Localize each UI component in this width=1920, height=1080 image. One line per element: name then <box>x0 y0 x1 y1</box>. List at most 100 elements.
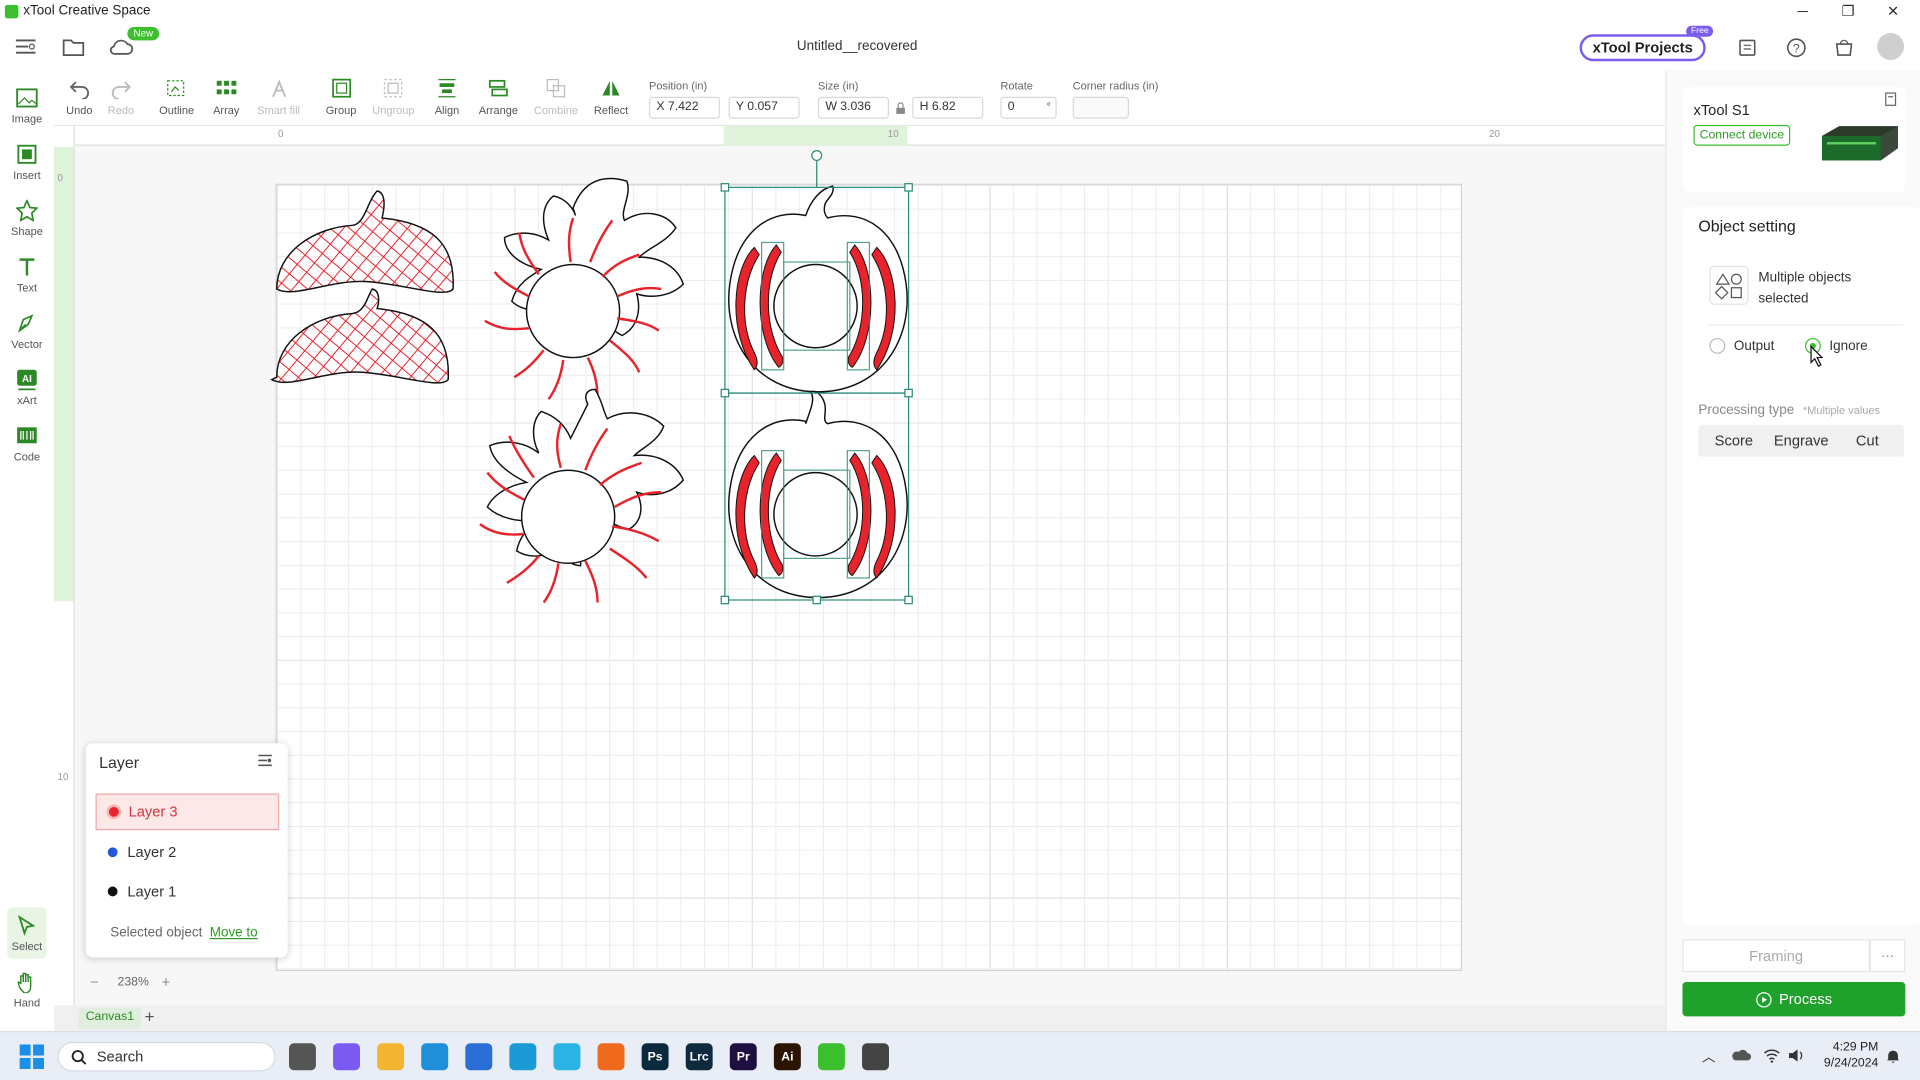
array-button[interactable]: Array <box>213 77 239 116</box>
taskbar-search[interactable]: Search <box>57 1042 276 1072</box>
rotate-value: 0 <box>1007 100 1015 114</box>
object-setting-title: Object setting <box>1698 216 1796 236</box>
layer-settings-icon[interactable] <box>257 753 273 771</box>
group-label: Group <box>325 104 357 117</box>
taskbar-app-lightroom[interactable]: Lrc <box>685 1043 713 1071</box>
redo-button[interactable]: Redo <box>108 77 134 116</box>
tool-vector[interactable]: Vector <box>0 305 54 356</box>
taskbar-app-edge[interactable] <box>421 1043 449 1071</box>
smart-fill-button[interactable]: Smart fill <box>257 77 300 116</box>
tool-code[interactable]: Code <box>0 418 54 469</box>
avatar[interactable] <box>1877 33 1905 61</box>
acorn-cap-bottom[interactable] <box>270 288 449 384</box>
taskbar-app-store[interactable] <box>465 1043 493 1071</box>
ungroup-button[interactable]: Ungroup <box>372 77 415 116</box>
rotate-field[interactable]: 0 ° <box>1000 96 1057 119</box>
search-icon <box>71 1049 87 1065</box>
tool-code-label: Code <box>13 450 41 463</box>
tool-insert[interactable]: Insert <box>0 136 54 187</box>
output-radio[interactable]: Output <box>1709 337 1774 354</box>
reflect-button[interactable]: Reflect <box>594 77 628 116</box>
arrange-icon <box>488 79 508 97</box>
clock[interactable]: 4:29 PM 9/24/2024 <box>1820 1040 1878 1072</box>
more-options-button[interactable]: ··· <box>1869 939 1906 973</box>
combine-button[interactable]: Combine <box>534 77 578 116</box>
folder-icon[interactable] <box>60 33 87 60</box>
zoom-in-button[interactable]: + <box>162 973 171 990</box>
tray-chevron-icon[interactable]: ︿ <box>1702 1047 1715 1067</box>
taskbar-app-mockup-app[interactable] <box>509 1043 537 1071</box>
pen-icon <box>17 313 34 333</box>
add-canvas-button[interactable]: + <box>144 1007 154 1027</box>
processing-type-cut[interactable]: Cut <box>1833 425 1902 457</box>
connect-device-button[interactable]: Connect device <box>1693 124 1791 146</box>
layer-row-2[interactable]: Layer 2 <box>96 834 280 871</box>
redo-icon <box>111 81 131 100</box>
move-to-link[interactable]: Move to <box>210 926 258 941</box>
close-button[interactable]: ✕ <box>1887 2 1899 19</box>
align-button[interactable]: Align <box>435 77 459 116</box>
help-icon[interactable]: ? <box>1783 34 1810 61</box>
arrange-button[interactable]: Arrange <box>479 77 518 116</box>
taskbar-app-photoshop[interactable]: Ps <box>641 1043 669 1071</box>
processing-type-engrave[interactable]: Engrave <box>1767 425 1836 457</box>
design-objects[interactable] <box>269 144 930 609</box>
menu-icon[interactable] <box>12 33 39 60</box>
ungroup-icon <box>384 78 403 98</box>
layer-row-3[interactable]: Layer 3 <box>95 793 280 831</box>
framing-button[interactable]: Framing <box>1682 939 1870 973</box>
xtool-projects-button[interactable]: xTool Projects <box>1579 34 1706 62</box>
zoom-out-button[interactable]: – <box>91 975 99 990</box>
notification-bell-icon[interactable] <box>1886 1048 1901 1064</box>
taskbar-app-file-explorer[interactable] <box>377 1043 405 1071</box>
layer-3-name: Layer 3 <box>128 803 178 821</box>
layer-panel: Layer Layer 3 Layer 2 Layer 1 Selected o… <box>85 743 288 958</box>
height-field[interactable]: H 6.82 <box>912 96 984 119</box>
undo-icon <box>69 81 89 100</box>
windows-start-icon[interactable] <box>19 1044 45 1069</box>
pumpkin-top[interactable] <box>728 185 908 393</box>
taskbar-app-xtool[interactable] <box>817 1043 845 1071</box>
x-position-field[interactable]: X 7.422 <box>648 96 721 119</box>
volume-icon[interactable] <box>1788 1048 1805 1063</box>
maple-leaf-bottom[interactable] <box>479 388 685 604</box>
tool-text[interactable]: Text <box>0 249 54 300</box>
wifi-icon[interactable] <box>1763 1048 1780 1063</box>
pumpkin-bottom[interactable] <box>728 390 908 599</box>
y-position-field[interactable]: Y 0.057 <box>728 96 800 119</box>
tool-shape[interactable]: Shape <box>0 192 54 243</box>
position-label: Position (in) <box>648 79 708 92</box>
taskbar-app-illustrator[interactable]: Ai <box>773 1043 801 1071</box>
corner-radius-field[interactable] <box>1072 96 1129 119</box>
notes-icon[interactable] <box>1734 34 1761 61</box>
onedrive-icon[interactable] <box>1731 1049 1752 1061</box>
minimize-button[interactable]: ─ <box>1798 2 1808 19</box>
taskbar-app-chrome-like[interactable] <box>862 1043 889 1071</box>
tool-hand[interactable]: Hand <box>0 964 54 1015</box>
width-field[interactable]: W 3.036 <box>817 96 889 119</box>
processing-type-score[interactable]: Score <box>1698 425 1769 457</box>
tool-image[interactable]: Image <box>0 80 54 131</box>
taskbar-app-firefox[interactable] <box>597 1043 625 1071</box>
taskbar-app-task-view[interactable] <box>288 1043 316 1071</box>
device-settings-icon[interactable] <box>1885 92 1897 110</box>
process-button[interactable]: Process <box>1682 982 1906 1017</box>
shop-icon[interactable] <box>1831 34 1858 61</box>
taskbar-app-premiere[interactable]: Pr <box>729 1043 757 1071</box>
group-button[interactable]: Group <box>325 77 357 117</box>
tab-canvas1[interactable]: Canvas1 <box>78 1007 142 1029</box>
tool-select[interactable]: Select <box>7 907 47 959</box>
maple-leaf-top[interactable] <box>484 177 685 400</box>
undo-button[interactable]: Undo <box>66 77 92 116</box>
layer-row-1[interactable]: Layer 1 <box>96 873 280 910</box>
shape-icon <box>15 198 38 222</box>
taskbar-app-help-app[interactable] <box>553 1043 581 1071</box>
taskbar-app-copilot[interactable] <box>333 1043 361 1071</box>
processing-type-text: Processing type <box>1698 402 1795 418</box>
lock-ratio-icon[interactable] <box>895 100 906 118</box>
acorn-cap-top[interactable] <box>276 190 454 293</box>
restore-button[interactable]: ❐ <box>1842 2 1855 19</box>
free-badge: Free <box>1686 25 1714 37</box>
tool-xart[interactable]: AI xArt <box>0 361 54 412</box>
outline-button[interactable]: Outline <box>159 77 194 116</box>
